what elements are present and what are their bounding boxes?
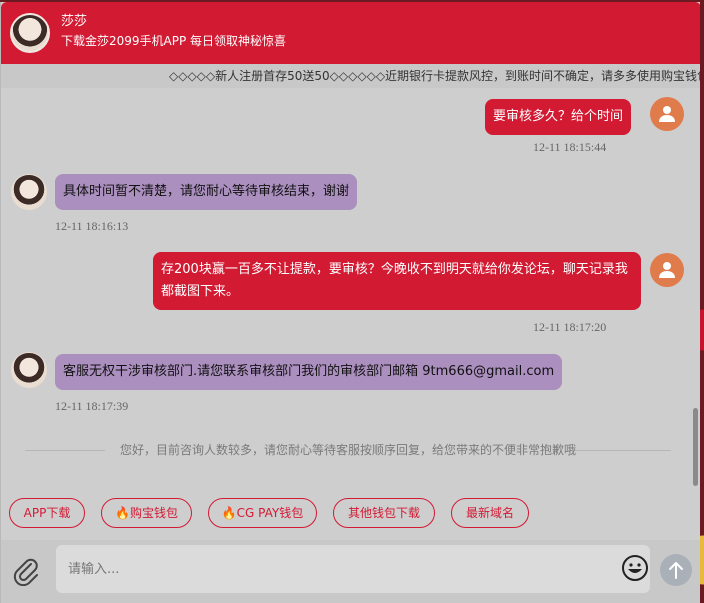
latest-domain-button[interactable]: 最新域名 (451, 498, 529, 528)
chat-header: 莎莎 下载金莎2099手机APP 每日领取神秘惊喜 (1, 2, 700, 64)
paperclip-icon[interactable] (11, 556, 41, 587)
chat-window: 莎莎 下载金莎2099手机APP 每日领取神秘惊喜 ◇◇◇◇◇新人注册首存50送… (0, 2, 700, 603)
person-icon (659, 106, 675, 122)
message-time: 12-11 18:16:13 (55, 219, 129, 233)
agent-message-bubble: 具体时间暂不清楚，请您耐心等待审核结束，谢谢 (55, 174, 358, 210)
quick-reply-bar: APP下载 🔥购宝钱包 🔥CG PAY钱包 其他钱包下载 最新域名 (1, 486, 700, 540)
user-avatar (650, 253, 684, 287)
divider (25, 450, 105, 451)
user-message-bubble: 存200块赢一百多不让提款，要审核？今晚收不到明天就给你发论坛，聊天记录我都截图… (153, 252, 641, 310)
agent-message-bubble: 客服无权干涉审核部门.请您联系审核部门我们的审核部门邮箱 9tm666@gmai… (55, 354, 563, 390)
arrow-up-icon (669, 562, 683, 579)
smiley-icon[interactable] (621, 554, 649, 582)
message-list[interactable]: 要审核多久？给个时间 12-11 18:15:44 具体时间暂不清楚，请您耐心等… (1, 88, 700, 486)
other-wallet-download-button[interactable]: 其他钱包下载 (333, 498, 435, 528)
agent-name: 莎莎 (61, 14, 88, 29)
message-input[interactable] (56, 545, 650, 593)
announcement-marquee: ◇◇◇◇◇新人注册首存50送50◇◇◇◇◇◇近期银行卡提款风控，到账时间不确定，… (1, 64, 700, 88)
user-avatar (650, 97, 684, 131)
agent-message-avatar (11, 352, 47, 388)
send-button[interactable] (660, 554, 692, 586)
app-download-button[interactable]: APP下载 (9, 498, 85, 528)
message-time: 12-11 18:17:39 (55, 399, 129, 413)
system-notice: 您好，目前咨询人数较多，请您耐心等待客服按顺序回复，给您带来的不便非常抱歉哦 (25, 440, 671, 460)
header-subtitle: 下载金莎2099手机APP 每日领取神秘惊喜 (61, 34, 287, 48)
marquee-text: ◇◇◇◇◇新人注册首存50送50◇◇◇◇◇◇近期银行卡提款风控，到账时间不确定，… (169, 69, 700, 83)
chat-scrollbar[interactable] (693, 88, 698, 486)
user-message-bubble: 要审核多久？给个时间 (485, 99, 632, 135)
message-time: 12-11 18:17:20 (533, 320, 607, 334)
notice-text: 您好，目前咨询人数较多，请您耐心等待客服按顺序回复，给您带来的不便非常抱歉哦 (119, 443, 576, 457)
goubao-wallet-button[interactable]: 🔥购宝钱包 (101, 498, 192, 528)
agent-message-avatar (11, 174, 47, 210)
cgpay-wallet-button[interactable]: 🔥CG PAY钱包 (208, 498, 317, 528)
person-icon (659, 262, 675, 278)
agent-avatar (10, 13, 50, 53)
divider (575, 450, 671, 451)
input-bar (1, 540, 700, 603)
message-time: 12-11 18:15:44 (533, 140, 607, 154)
scrollbar-thumb[interactable] (693, 408, 698, 486)
